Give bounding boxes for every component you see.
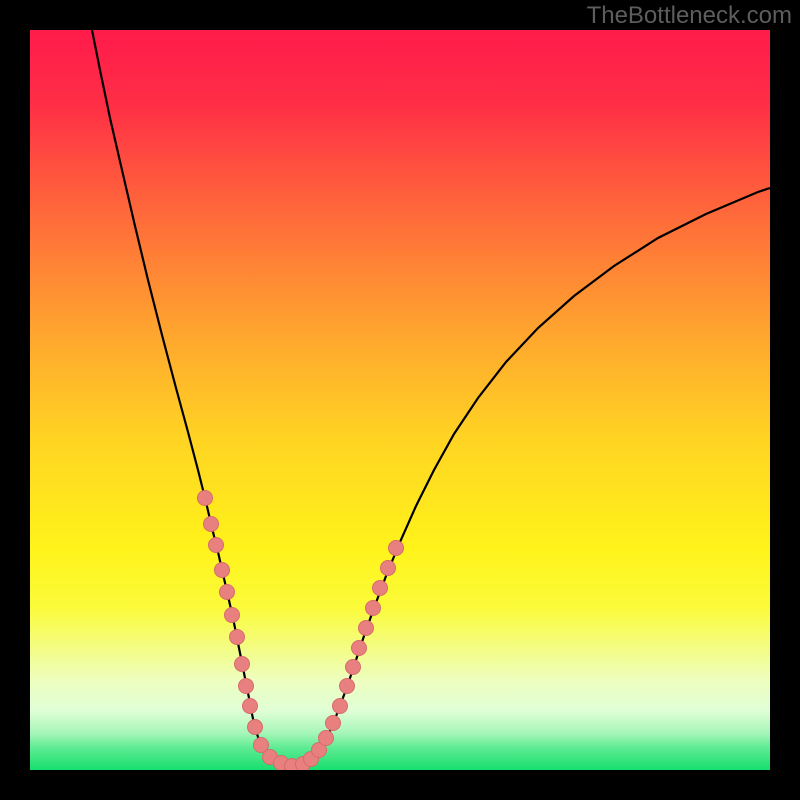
data-marker: [333, 699, 348, 714]
data-marker: [319, 731, 334, 746]
markers-right-group: [296, 541, 404, 771]
data-marker: [373, 581, 388, 596]
data-marker: [366, 601, 381, 616]
data-marker: [230, 630, 245, 645]
plot-area: [30, 30, 770, 770]
data-marker: [215, 563, 230, 578]
data-marker: [209, 538, 224, 553]
curves-layer: [30, 30, 770, 770]
right-curve: [296, 188, 770, 767]
data-marker: [198, 491, 213, 506]
chart-frame: TheBottleneck.com: [0, 0, 800, 800]
data-marker: [359, 621, 374, 636]
data-marker: [340, 679, 355, 694]
data-marker: [220, 585, 235, 600]
data-marker: [239, 679, 254, 694]
data-marker: [235, 657, 250, 672]
data-marker: [248, 720, 263, 735]
data-marker: [381, 561, 396, 576]
data-marker: [243, 699, 258, 714]
data-marker: [225, 608, 240, 623]
data-marker: [326, 716, 341, 731]
data-marker: [346, 660, 361, 675]
data-marker: [389, 541, 404, 556]
data-marker: [352, 641, 367, 656]
data-marker: [204, 517, 219, 532]
left-curve: [92, 30, 296, 767]
watermark-text: TheBottleneck.com: [587, 2, 792, 30]
